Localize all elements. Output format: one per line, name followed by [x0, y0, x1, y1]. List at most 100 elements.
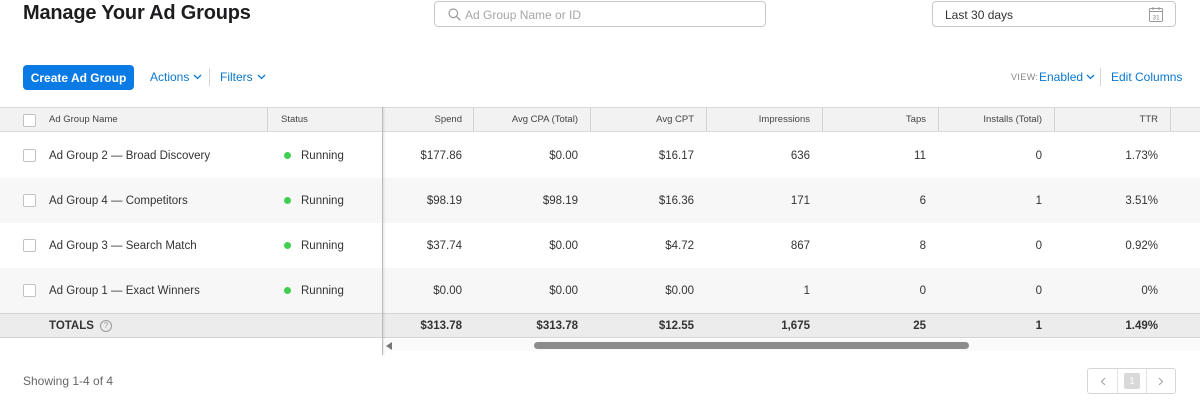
page-button[interactable]: 1 [1117, 369, 1146, 393]
status-running-icon [284, 287, 291, 294]
ttr-value: 0.92% [1125, 239, 1158, 252]
impressions-value: 1 [803, 284, 810, 297]
chevron-down-icon [257, 74, 266, 80]
row-checkbox[interactable] [23, 194, 36, 207]
impressions-value: 171 [790, 194, 810, 207]
current-page-number: 1 [1124, 373, 1140, 389]
col-header-ttr[interactable]: TTR [1055, 108, 1158, 131]
next-page-button[interactable] [1146, 369, 1175, 393]
installs-value: 0 [1035, 239, 1042, 252]
create-ad-group-button[interactable]: Create Ad Group [23, 65, 134, 90]
row-checkbox[interactable] [23, 284, 36, 297]
previous-page-button[interactable] [1088, 369, 1117, 393]
ad-group-name[interactable]: Ad Group 1 — Exact Winners [49, 268, 200, 313]
col-header-status[interactable]: Status [281, 108, 308, 131]
pagination: 1 [1087, 368, 1176, 394]
ad-group-name[interactable]: Ad Group 3 — Search Match [49, 223, 197, 268]
installs-value: 0 [1035, 284, 1042, 297]
actions-dropdown[interactable]: Actions [150, 70, 202, 84]
ttr-value: 0% [1141, 284, 1158, 297]
status-cell: Running [284, 268, 344, 313]
chevron-right-icon [1158, 377, 1164, 385]
select-all-checkbox[interactable] [23, 114, 36, 127]
col-header-impressions[interactable]: Impressions [707, 108, 810, 131]
avg-cpa-value: $98.19 [542, 194, 578, 207]
edit-columns-link[interactable]: Edit Columns [1111, 70, 1182, 84]
avg-cpa-value: $0.00 [549, 149, 578, 162]
table-row[interactable]: Ad Group 1 — Exact Winners Running $0.00… [0, 268, 1200, 313]
toolbar-divider [1100, 68, 1101, 86]
avg-cpa-value: $0.00 [549, 239, 578, 252]
view-filter-dropdown[interactable]: Enabled [1039, 70, 1095, 84]
col-header-name[interactable]: Ad Group Name [49, 108, 118, 131]
search-box[interactable] [434, 1, 766, 27]
spend-value: $177.86 [420, 149, 462, 162]
total-installs: 1 [1035, 319, 1042, 332]
frozen-column-shadow [382, 107, 386, 355]
totals-row: TOTALS ? $313.78 $313.78 $12.55 1,675 25… [0, 313, 1200, 338]
installs-value: 1 [1035, 194, 1042, 207]
status-text: Running [301, 149, 344, 162]
ad-groups-table: Ad Group Name Status Spend Avg CPA (Tota… [0, 107, 1200, 355]
avg-cpa-value: $0.00 [549, 284, 578, 297]
status-text: Running [301, 284, 344, 297]
col-header-avg-cpa[interactable]: Avg CPA (Total) [474, 108, 578, 131]
chevron-left-icon [1100, 377, 1105, 385]
table-row[interactable]: Ad Group 2 — Broad Discovery Running $17… [0, 133, 1200, 178]
total-taps: 25 [913, 319, 926, 332]
chevron-down-icon [193, 74, 202, 80]
status-text: Running [301, 194, 344, 207]
search-input[interactable] [465, 5, 755, 24]
search-icon [448, 8, 461, 21]
table-row[interactable]: Ad Group 3 — Search Match Running $37.74… [0, 223, 1200, 268]
col-header-taps[interactable]: Taps [823, 108, 926, 131]
totals-label-cell: TOTALS ? [49, 314, 112, 337]
taps-value: 0 [919, 284, 926, 297]
status-running-icon [284, 242, 291, 249]
col-header-spend[interactable]: Spend [384, 108, 462, 131]
avg-cpt-value: $0.00 [665, 284, 694, 297]
svg-text:31: 31 [1152, 14, 1160, 21]
toolbar-divider [209, 68, 210, 86]
calendar-icon: 31 [1149, 7, 1163, 22]
status-cell: Running [284, 223, 344, 268]
taps-value: 6 [919, 194, 926, 207]
help-icon[interactable]: ? [99, 319, 112, 332]
ad-group-name[interactable]: Ad Group 4 — Competitors [49, 178, 188, 223]
row-checkbox[interactable] [23, 149, 36, 162]
table-row[interactable]: Ad Group 4 — Competitors Running $98.19 … [0, 178, 1200, 223]
taps-value: 11 [914, 149, 926, 162]
filters-label: Filters [220, 70, 253, 84]
total-avg-cpa: $313.78 [536, 319, 578, 332]
ttr-value: 1.73% [1125, 149, 1158, 162]
page-title: Manage Your Ad Groups [23, 2, 251, 24]
avg-cpt-value: $16.36 [658, 194, 694, 207]
date-range-picker[interactable]: Last 30 days 31 [932, 1, 1176, 27]
spend-value: $98.19 [426, 194, 462, 207]
scrollbar-thumb[interactable] [534, 342, 969, 349]
impressions-value: 636 [790, 149, 810, 162]
table-header: Ad Group Name Status Spend Avg CPA (Tota… [0, 107, 1200, 132]
totals-label: TOTALS [49, 319, 94, 332]
status-cell: Running [284, 133, 344, 178]
spend-value: $37.74 [426, 239, 462, 252]
status-text: Running [301, 239, 344, 252]
impressions-value: 867 [790, 239, 810, 252]
ad-group-name[interactable]: Ad Group 2 — Broad Discovery [49, 133, 210, 178]
actions-label: Actions [150, 70, 190, 84]
total-avg-cpt: $12.55 [658, 319, 694, 332]
installs-value: 0 [1035, 149, 1042, 162]
chevron-down-icon [1086, 74, 1095, 80]
date-range-label: Last 30 days [945, 8, 1014, 22]
col-header-installs[interactable]: Installs (Total) [939, 108, 1042, 131]
scroll-left-arrow-icon[interactable] [386, 342, 392, 350]
col-header-avg-cpt[interactable]: Avg CPT [591, 108, 694, 131]
results-count: Showing 1-4 of 4 [23, 374, 114, 388]
row-checkbox[interactable] [23, 239, 36, 252]
avg-cpt-value: $16.17 [658, 149, 694, 162]
status-cell: Running [284, 178, 344, 223]
view-label: VIEW: [1011, 72, 1039, 82]
view-value: Enabled [1039, 70, 1084, 84]
spend-value: $0.00 [433, 284, 462, 297]
filters-dropdown[interactable]: Filters [220, 70, 266, 84]
